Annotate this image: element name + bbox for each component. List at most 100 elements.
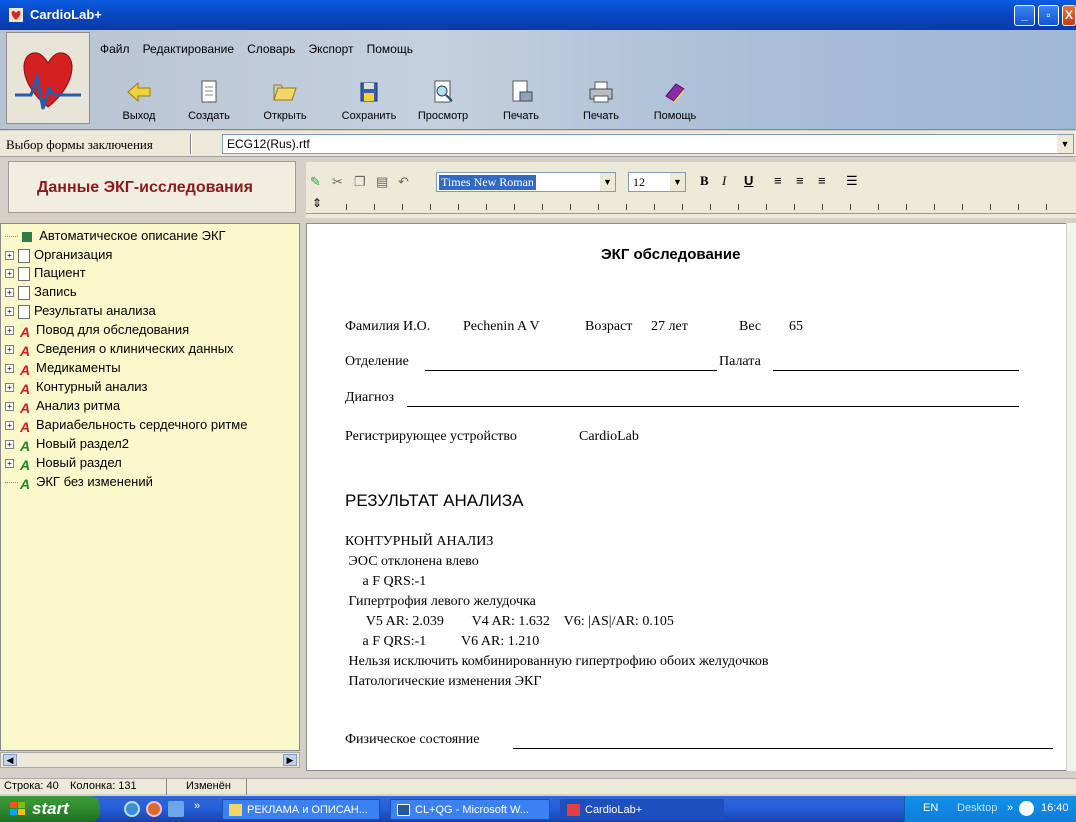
browser-icon[interactable] [146,801,162,817]
expand-icon[interactable]: + [5,459,14,469]
expand-icon[interactable]: + [5,307,14,317]
tree-item-contour-analysis[interactable]: + A Контурный анализ [5,379,148,397]
task-label: CL+QG - Microsoft W... [415,804,529,816]
ruler-tick [990,204,991,210]
menu-help[interactable]: Помощь [367,42,413,56]
green-square-icon [21,231,32,242]
align-center-icon[interactable]: ≡ [796,173,804,188]
physical-state-line[interactable] [513,748,1053,749]
chevron-right-icon[interactable]: » [1007,802,1013,814]
expand-icon[interactable]: + [5,383,14,393]
italic-icon[interactable]: I [722,173,726,189]
scroll-right-icon[interactable]: ▶ [283,754,297,766]
language-indicator[interactable]: EN [923,802,938,814]
close-button[interactable]: X [1062,5,1076,26]
expand-icon[interactable]: + [5,269,14,279]
taskbar: start » РЕКЛАМА и ОПИСАН... CL+QG - Micr… [0,796,1076,822]
department-line[interactable] [425,370,717,371]
tree-item-patient[interactable]: + Пациент [5,265,86,283]
tree-item-new-section-2[interactable]: + A Новый раздел2 [5,436,129,454]
open-button[interactable]: Открыть [250,80,320,122]
menu-file[interactable]: Файл [100,42,130,56]
tree-item-hrv[interactable]: + A Вариабельность сердечного ритме [5,417,247,435]
chevron-down-icon[interactable]: ▼ [670,173,685,191]
tree-item-new-section[interactable]: + A Новый раздел [5,455,122,473]
undo-icon[interactable]: ↶ [398,174,409,190]
expand-icon[interactable]: + [5,421,14,431]
menu-export[interactable]: Экспорт [308,42,353,56]
ruler-tick [486,204,487,210]
task-word[interactable]: CL+QG - Microsoft W... [390,799,550,820]
name-label: Фамилия И.О. [345,319,431,334]
help-button[interactable]: Помощь [640,80,710,122]
document-editor[interactable]: ЭКГ обследование Фамилия И.О. Pechenin A… [306,223,1072,771]
save-label: Сохранить [341,110,397,122]
tree-item-record[interactable]: + Запись [5,284,77,302]
ward-line[interactable] [773,370,1019,371]
chevron-right-icon[interactable]: » [194,800,200,812]
print-document-icon [512,80,533,102]
tree-item-analysis-results[interactable]: + Результаты анализа [5,303,156,321]
status-bar: Строка: 40 Колонка: 131 Изменён [0,778,1076,795]
ruler-tick [738,204,739,210]
chevron-down-icon[interactable]: ▼ [1057,135,1073,153]
document-vertical-scrollbar[interactable] [1066,223,1076,771]
task-reklama[interactable]: РЕКЛАМА и ОПИСАН... [222,799,380,820]
menu-edit[interactable]: Редактирование [143,42,234,56]
tree-item-auto-description[interactable]: Автоматическое описание ЭКГ [5,228,226,246]
bullet-list-icon[interactable]: ☰ [846,173,858,189]
expand-icon[interactable]: + [5,288,14,298]
cut-icon[interactable]: ✂ [332,174,343,190]
new-document-icon [201,80,217,103]
minimize-button[interactable]: _ [1014,5,1035,26]
expand-icon[interactable]: + [5,440,14,450]
scroll-left-icon[interactable]: ◀ [3,754,17,766]
tray-app-icon[interactable] [1019,801,1034,816]
tree-item-clinical-data[interactable]: + A Сведения о клинических данных [5,341,234,359]
tree-item-medications[interactable]: + A Медикаменты [5,360,121,378]
tree-item-normal-ecg[interactable]: A ЭКГ без изменений [5,474,153,492]
diagnosis-line[interactable] [407,406,1019,407]
ruler-tick [934,204,935,210]
print-printer-button[interactable]: Печать [566,80,636,122]
underline-icon[interactable]: U [744,173,753,188]
bold-icon[interactable]: B [700,173,709,189]
title-bar[interactable]: CardioLab+ _ ▫ X [0,0,1076,30]
tree-horizontal-scrollbar[interactable]: ◀ ▶ [0,752,300,768]
desktop-toolbar[interactable]: Desktop [957,802,997,814]
save-button[interactable]: Сохранить [334,80,404,122]
format-painter-icon[interactable]: ✎ [310,174,321,190]
form-select-combo[interactable]: ECG12(Rus).rtf ▼ [222,134,1074,154]
expand-icon[interactable]: + [5,345,14,355]
indent-marker-icon[interactable]: ⇕ [312,196,322,210]
green-a-icon: A [19,456,31,473]
result-title: РЕЗУЛЬТАТ АНАЛИЗА [345,491,524,510]
paste-icon[interactable]: ▤ [376,174,388,190]
create-button[interactable]: Создать [174,80,244,122]
align-right-icon[interactable]: ≡ [818,173,826,188]
start-button[interactable]: start [0,796,100,822]
status-divider [246,779,247,795]
maximize-button[interactable]: ▫ [1038,5,1059,26]
align-left-icon[interactable]: ≡ [774,173,782,188]
font-size-combo[interactable]: 12 ▼ [628,172,686,192]
expand-icon[interactable]: + [5,364,14,374]
task-cardiolab[interactable]: CardioLab+ [560,799,724,820]
font-family-combo[interactable]: Times New Roman ▼ [436,172,616,192]
menu-dictionary[interactable]: Словарь [247,42,295,56]
expand-icon[interactable]: + [5,402,14,412]
expand-icon[interactable]: + [5,326,14,336]
desktop-quick-icon[interactable] [168,801,184,817]
preview-button[interactable]: Просмотр [408,80,478,122]
tree-item-rhythm-analysis[interactable]: + A Анализ ритма [5,398,120,416]
print-button[interactable]: Печать [486,80,556,122]
tree-item-organization[interactable]: + Организация [5,247,112,265]
menu-bar: Файл Редактирование Словарь Экспорт Помо… [100,42,423,60]
chevron-down-icon[interactable]: ▼ [600,173,615,191]
expand-icon[interactable]: + [5,251,14,261]
ie-icon[interactable] [124,801,140,817]
copy-icon[interactable]: ❐ [354,174,366,190]
exit-button[interactable]: Выход [104,80,174,122]
tree-item-reason[interactable]: + A Повод для обследования [5,322,189,340]
ruler[interactable]: ⇕ [306,196,1076,214]
